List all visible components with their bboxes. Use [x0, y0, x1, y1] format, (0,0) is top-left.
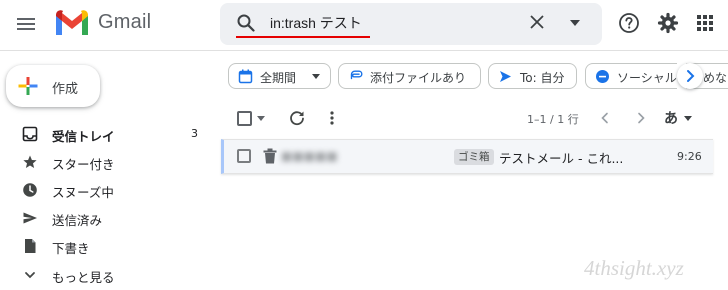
- label-badge[interactable]: ゴミ箱: [454, 149, 494, 165]
- email-sender: ■■■■■: [281, 149, 338, 163]
- sidebar-item-label: もっと見る: [52, 270, 115, 285]
- calendar-icon: [238, 69, 253, 84]
- row-checkbox[interactable]: [237, 149, 251, 163]
- select-options-button[interactable]: [257, 116, 265, 122]
- search-query-underline: [236, 36, 370, 38]
- refresh-button[interactable]: [288, 109, 306, 127]
- google-apps-button[interactable]: [695, 13, 715, 33]
- sidebar-item-snoozed[interactable]: スヌーズ中: [0, 177, 210, 203]
- chip-label: 全期間: [260, 71, 297, 85]
- star-icon: [22, 154, 38, 170]
- more-actions-button[interactable]: [326, 109, 338, 127]
- sidebar-item-label: 下書き: [52, 241, 90, 256]
- sidebar-item-more[interactable]: もっと見る: [0, 262, 210, 288]
- refresh-icon: [290, 111, 304, 126]
- caret-down-icon: [311, 73, 321, 81]
- input-tools-caret[interactable]: [684, 116, 692, 122]
- arrow-right-icon: [498, 69, 513, 84]
- app-name: Gmail: [98, 11, 152, 33]
- chip-label: 添付ファイルあり: [370, 71, 467, 85]
- help-button[interactable]: [618, 12, 640, 34]
- gear-icon: [657, 12, 679, 34]
- paperclip-icon: [348, 69, 363, 84]
- search-options-button[interactable]: [568, 16, 582, 30]
- chip-has-attachment[interactable]: 添付ファイルあり: [338, 63, 481, 89]
- inbox-icon: [22, 126, 38, 142]
- search-input[interactable]: in:trash テスト: [270, 13, 362, 33]
- sidebar-item-starred[interactable]: スター付き: [0, 149, 210, 175]
- input-tools-button[interactable]: あ: [664, 108, 678, 128]
- compose-label: 作成: [52, 82, 79, 97]
- minus-circle-icon: [595, 69, 610, 84]
- hamburger-menu-icon: [17, 18, 35, 30]
- sidebar-item-label: 送信済み: [52, 213, 103, 228]
- main-menu-button[interactable]: [14, 12, 38, 36]
- chevron-down-icon: [22, 267, 38, 283]
- sidebar-item-label: スヌーズ中: [52, 185, 114, 200]
- chevron-right-icon: [638, 112, 645, 124]
- newer-page-button[interactable]: [598, 111, 612, 125]
- chip-label: To: 自分: [520, 71, 565, 85]
- chip-social[interactable]: ソーシャル: [585, 63, 677, 89]
- chevron-left-icon: [601, 112, 608, 124]
- pagination-range: 1–1 / 1 行: [527, 113, 579, 126]
- draft-icon: [22, 238, 38, 254]
- sidebar-item-label: スター付き: [52, 157, 115, 172]
- gmail-logo-icon: [56, 10, 88, 35]
- apps-grid-icon: [697, 15, 713, 31]
- close-icon: [530, 15, 544, 29]
- header-divider: [0, 50, 728, 51]
- chip-date-filter[interactable]: 全期間: [228, 63, 331, 89]
- help-icon: [619, 13, 639, 33]
- chip-label: ソーシャル: [617, 71, 677, 85]
- clear-search-button[interactable]: [528, 13, 546, 31]
- sidebar-item-drafts[interactable]: 下書き: [0, 233, 210, 259]
- unread-count: 3: [191, 127, 198, 140]
- gmail-logo[interactable]: [54, 9, 90, 37]
- more-vert-icon: [330, 111, 334, 125]
- older-page-button[interactable]: [634, 111, 648, 125]
- trash-icon: [263, 148, 277, 164]
- chip-to-me[interactable]: To: 自分: [488, 63, 577, 89]
- sidebar-item-inbox[interactable]: 受信トレイ 3: [0, 121, 210, 147]
- caret-down-icon: [257, 116, 265, 121]
- send-icon: [22, 210, 38, 226]
- caret-down-icon: [570, 20, 580, 26]
- select-all-checkbox[interactable]: [237, 111, 252, 126]
- chips-scroll-right-button[interactable]: [677, 63, 703, 89]
- email-subject: テストメール - これ...: [499, 151, 624, 166]
- sidebar-item-label: 受信トレイ: [52, 129, 115, 144]
- search-icon[interactable]: [236, 13, 256, 33]
- caret-down-icon: [684, 116, 692, 121]
- compose-plus-icon: [18, 76, 38, 96]
- settings-button[interactable]: [657, 12, 679, 34]
- email-time: 9:26: [677, 150, 702, 163]
- chip-label: めな: [703, 71, 728, 85]
- clock-icon: [22, 182, 38, 198]
- sidebar-item-sent[interactable]: 送信済み: [0, 205, 210, 231]
- chevron-right-icon: [687, 70, 695, 82]
- site-watermark: 4thsight.xyz: [584, 256, 684, 280]
